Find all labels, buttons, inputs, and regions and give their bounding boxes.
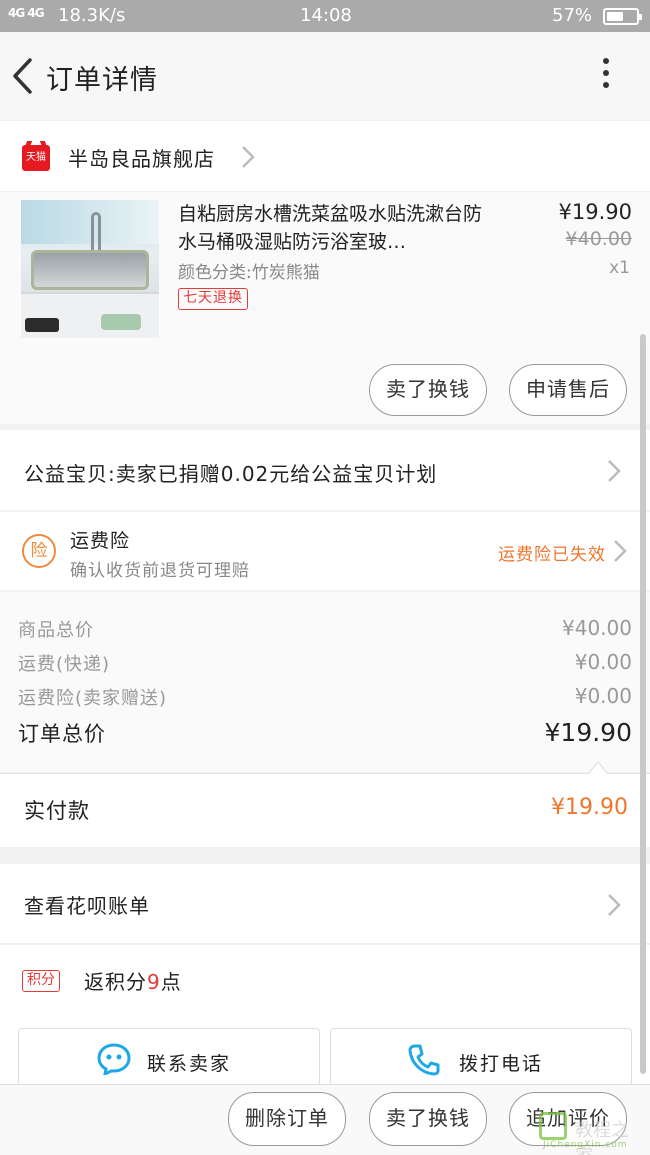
chevron-right-icon (242, 146, 255, 168)
notch-divider (588, 761, 608, 774)
chevron-right-icon (608, 460, 621, 482)
product-title[interactable]: 自粘厨房水槽洗菜盆吸水贴洗漱台防水马桶吸湿贴防污浴室玻… (178, 200, 494, 256)
huabei-bill-text: 查看花呗账单 (24, 894, 150, 918)
contact-seller-button[interactable]: 联系卖家 (18, 1028, 320, 1086)
summary-label: 运费(快递) (18, 654, 111, 675)
back-arrow-icon[interactable] (10, 56, 36, 96)
chevron-right-icon (608, 894, 621, 916)
status-bar: 4G 4G 18.3K/s 14:08 57% (0, 0, 650, 32)
chevron-right-icon (614, 540, 627, 562)
product-price: ¥19.90 (558, 200, 632, 224)
paid-value: ¥19.90 (551, 795, 628, 820)
network-speed: 18.3K/s (58, 5, 126, 26)
points-count: 9 (147, 970, 161, 994)
shop-name[interactable]: 半岛良品旗舰店 (68, 143, 215, 172)
sell-exchange-bottom-button[interactable]: 卖了换钱 (369, 1092, 487, 1146)
summary-value: ¥40.00 (562, 616, 632, 640)
signal-indicator: 4G 4G (8, 6, 45, 20)
points-badge: 积分 (22, 970, 60, 992)
product-spec: 颜色分类:竹炭熊猫 (178, 263, 320, 283)
order-total-label: 订单总价 (18, 722, 106, 746)
summary-label: 运费险(卖家赠送) (18, 688, 168, 709)
freight-insurance-subtitle: 确认收货前退货可理赔 (70, 561, 250, 581)
charity-text: 公益宝贝:卖家已捐赠0.02元给公益宝贝计划 (24, 462, 438, 486)
clock: 14:08 (300, 5, 352, 26)
scrollbar[interactable] (640, 334, 646, 1074)
seven-day-return-badge: 七天退换 (178, 288, 248, 310)
phone-icon (408, 1044, 440, 1076)
more-menu-icon[interactable] (596, 58, 616, 94)
battery-icon (603, 8, 642, 25)
points-text: 返积分9点 (84, 970, 182, 994)
freight-insurance-title: 运费险 (70, 530, 131, 552)
summary-value: ¥0.00 (574, 684, 632, 708)
sell-exchange-button[interactable]: 卖了换钱 (369, 364, 487, 416)
paid-label: 实付款 (24, 799, 90, 823)
summary-label: 商品总价 (18, 620, 94, 641)
battery-percent: 57% (552, 5, 593, 26)
order-total-value: ¥19.90 (544, 718, 632, 747)
delete-order-button[interactable]: 删除订单 (228, 1092, 346, 1146)
product-original-price: ¥40.00 (565, 228, 632, 250)
page-title: 订单详情 (46, 65, 158, 96)
nav-bar: 订单详情 (0, 32, 650, 120)
chat-bubble-icon (97, 1043, 131, 1075)
contact-seller-label: 联系卖家 (147, 1053, 232, 1075)
freight-insurance-status: 运费险已失效 (498, 545, 606, 565)
insurance-icon: 险 (22, 534, 56, 568)
product-quantity: x1 (609, 258, 630, 278)
summary-value: ¥0.00 (574, 650, 632, 674)
tmall-logo-icon: 天猫 (22, 145, 50, 171)
watermark-logo: 教程之家 JiChengXin.com (523, 1108, 645, 1155)
product-image[interactable] (21, 200, 159, 338)
after-sale-button[interactable]: 申请售后 (509, 364, 627, 416)
call-button[interactable]: 拨打电话 (330, 1028, 632, 1086)
call-label: 拨打电话 (459, 1053, 544, 1075)
